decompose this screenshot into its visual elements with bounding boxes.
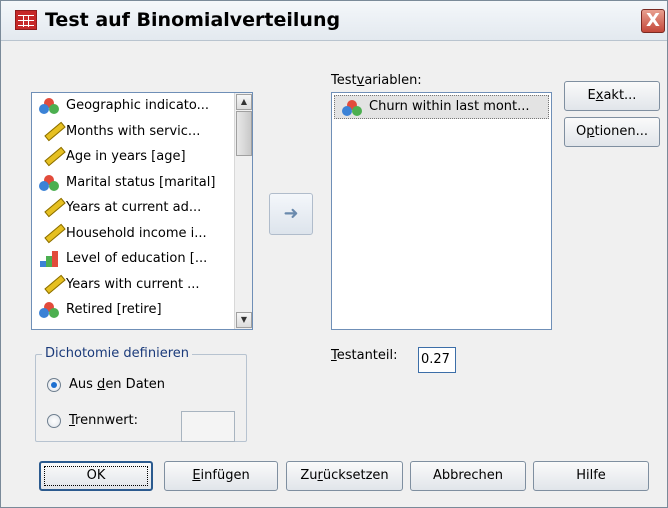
source-variable-item[interactable]: Household income i... <box>32 221 234 247</box>
source-variable-label: Months with servic... <box>66 123 201 139</box>
binomial-test-dialog: Test auf Binomialverteilung X Geographic… <box>0 0 668 508</box>
from-data-radio[interactable] <box>47 378 61 392</box>
scale-icon <box>38 223 66 243</box>
cut-point-input[interactable] <box>181 411 235 442</box>
nominal-icon <box>341 100 363 116</box>
source-variable-label: Years at current ad... <box>66 200 202 215</box>
nominal-icon <box>38 98 60 114</box>
source-variable-label: Retired [retire] <box>66 302 162 317</box>
scale-icon <box>38 121 66 141</box>
scale-icon <box>38 146 66 167</box>
source-variable-label: Geographic indicato... <box>66 98 210 113</box>
source-variable-item[interactable]: Retired [retire] <box>32 297 234 323</box>
source-variable-item[interactable]: Geographic indicato... <box>32 93 234 119</box>
source-variable-label: Marital status [marital] <box>66 174 216 190</box>
scale-icon <box>38 197 66 218</box>
dichotomy-group-title: Dichotomie definieren <box>42 346 193 361</box>
title-bar[interactable]: Test auf Binomialverteilung X <box>1 1 667 41</box>
test-proportion-input[interactable]: 0.27 <box>418 347 456 373</box>
help-button[interactable]: Hilfe <box>533 461 649 491</box>
exact-button[interactable]: Exakt... <box>564 81 660 111</box>
test-variables-list[interactable]: Churn within last mont... <box>331 92 552 330</box>
from-data-label[interactable]: Aus den Daten <box>69 377 165 392</box>
source-variable-item[interactable]: Months with servic... <box>32 119 234 145</box>
source-variable-label: Age in years [age] <box>66 149 186 164</box>
paste-button[interactable]: Einfügen <box>164 461 278 491</box>
move-variable-button[interactable]: ➜ <box>269 193 313 235</box>
source-variable-label: Household income i... <box>66 225 207 241</box>
window-title: Test auf Binomialverteilung <box>45 9 341 31</box>
nominal-icon <box>38 174 60 191</box>
ok-button[interactable]: OK <box>39 461 153 491</box>
test-variable-item[interactable]: Churn within last mont... <box>334 95 549 119</box>
reset-button[interactable]: Zurücksetzen <box>286 461 403 491</box>
close-button[interactable]: X <box>641 9 665 33</box>
cut-point-radio[interactable] <box>47 414 61 428</box>
test-variable-label: Churn within last mont... <box>369 99 530 114</box>
test-variables-label: Testvariablen: <box>331 73 422 88</box>
source-variable-item[interactable]: Years with current ... <box>32 272 234 298</box>
scroll-down-icon[interactable]: ▼ <box>236 312 252 328</box>
options-button[interactable]: Optionen... <box>564 117 660 147</box>
source-variable-item[interactable]: Age in years [age] <box>32 144 234 170</box>
source-variable-item[interactable]: Marital status [marital] <box>32 170 234 196</box>
ordinal-icon <box>38 251 60 267</box>
scrollbar-thumb[interactable] <box>236 111 252 156</box>
table-icon <box>15 10 37 30</box>
source-variable-items: Geographic indicato... Months with servic… <box>32 93 234 329</box>
nominal-icon <box>38 302 60 318</box>
source-variable-label: Years with current ... <box>66 276 200 292</box>
vertical-scrollbar[interactable]: ▲ ▼ <box>234 93 252 329</box>
source-variable-item[interactable]: Years at current ad... <box>32 195 234 221</box>
source-variable-list[interactable]: Geographic indicato... Months with servic… <box>31 92 253 330</box>
cancel-button[interactable]: Abbrechen <box>410 461 526 491</box>
cut-point-label[interactable]: Trennwert: <box>69 413 138 428</box>
source-variable-item[interactable]: Level of education [... <box>32 246 234 272</box>
test-proportion-label: Testanteil: <box>331 348 398 363</box>
scale-icon <box>38 274 66 294</box>
scroll-up-icon[interactable]: ▲ <box>236 94 252 110</box>
source-variable-label: Level of education [... <box>66 251 208 266</box>
